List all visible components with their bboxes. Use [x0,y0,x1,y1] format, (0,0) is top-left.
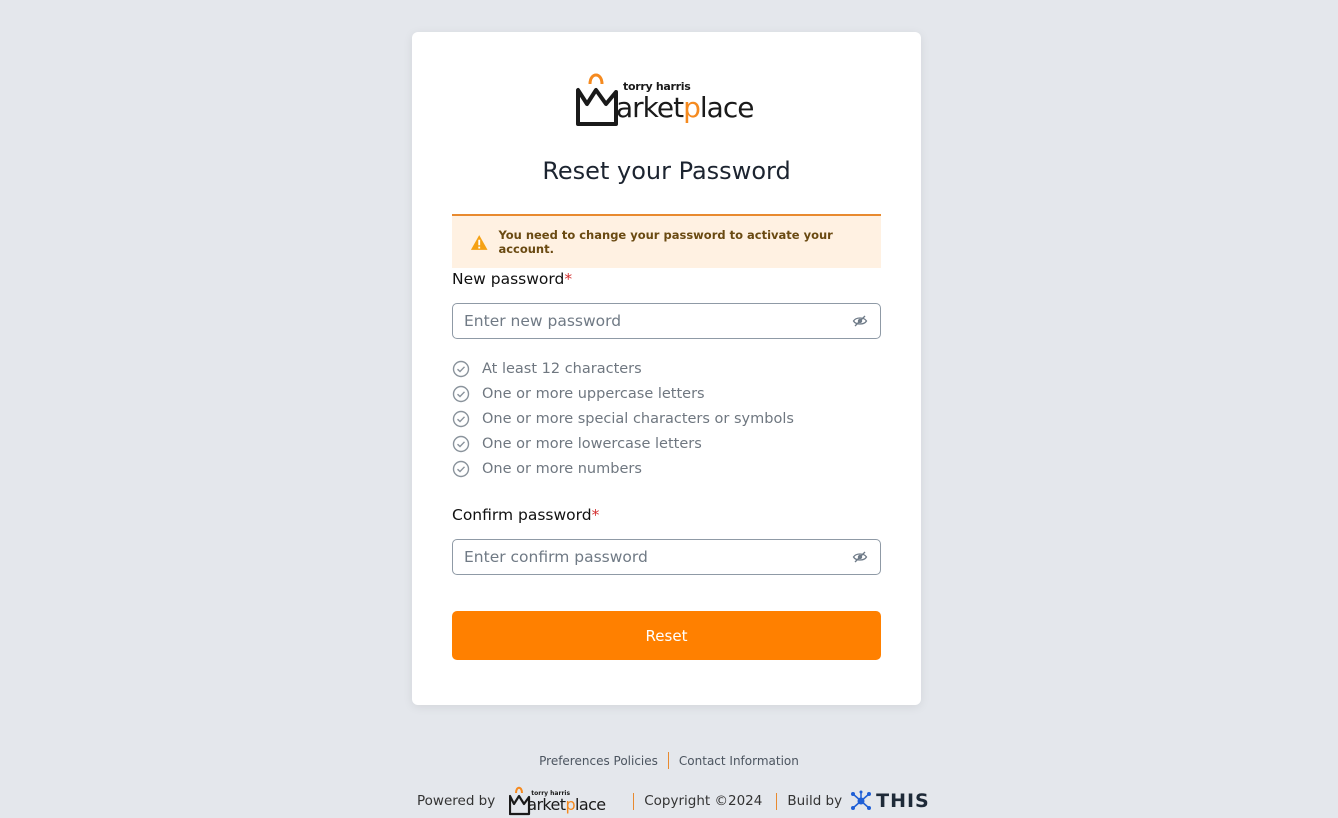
this-brand-text: THIS [876,790,930,812]
check-circle-icon [452,410,470,427]
build-by-text: Build by [787,793,843,809]
copyright-text: Copyright ©2024 [644,793,763,809]
footer-bottom: Powered by torry harris arketplace Copyr… [417,785,930,817]
check-circle-icon [452,460,470,477]
confirm-password-field [452,539,881,575]
rule-item: One or more special characters or symbol… [452,406,794,431]
rule-text: One or more uppercase letters [482,385,705,402]
new-password-input[interactable] [453,304,852,338]
required-mark: * [564,270,573,288]
rule-text: One or more numbers [482,460,642,477]
new-password-label: New password* [452,270,573,288]
this-network-icon [851,790,872,810]
check-circle-icon [452,360,470,377]
reset-button[interactable]: Reset [452,611,881,660]
confirm-password-label: Confirm password* [452,506,600,524]
marketplace-logo: torry harris arketplace [576,70,758,130]
powered-by-text: Powered by [417,793,496,809]
check-circle-icon [452,435,470,452]
contact-information-link[interactable]: Contact Information [679,754,799,768]
reset-password-card: torry harris arketplace Reset your Passw… [412,32,921,705]
marketplace-mini-logo: torry harris arketplace [509,785,607,817]
rule-text: One or more special characters or symbol… [482,410,794,427]
logo-big-text: arketplace [616,91,754,124]
page-title: Reset your Password [542,157,791,185]
alert-message: You need to change your password to acti… [498,228,833,256]
rule-item: One or more uppercase letters [452,381,794,406]
check-circle-icon [452,385,470,402]
rule-item: One or more lowercase letters [452,431,794,456]
confirm-password-input[interactable] [453,540,852,574]
preferences-policies-link[interactable]: Preferences Policies [539,754,658,768]
rule-text: At least 12 characters [482,360,642,377]
new-password-field [452,303,881,339]
footer-links: Preferences Policies Contact Information [0,752,1338,769]
this-logo: THIS [850,790,930,812]
divider [633,792,635,810]
warning-icon [470,234,488,250]
divider [667,752,669,769]
rule-item: One or more numbers [452,456,794,481]
rule-item: At least 12 characters [452,356,794,381]
required-mark: * [591,506,600,524]
password-rules-list: At least 12 characters One or more upper… [452,356,794,481]
activation-alert: You need to change your password to acti… [452,214,881,268]
eye-slash-icon[interactable] [852,549,868,565]
mini-logo-big-text: arketplace [527,795,606,814]
divider [776,792,778,810]
eye-slash-icon[interactable] [852,313,868,329]
rule-text: One or more lowercase letters [482,435,702,452]
